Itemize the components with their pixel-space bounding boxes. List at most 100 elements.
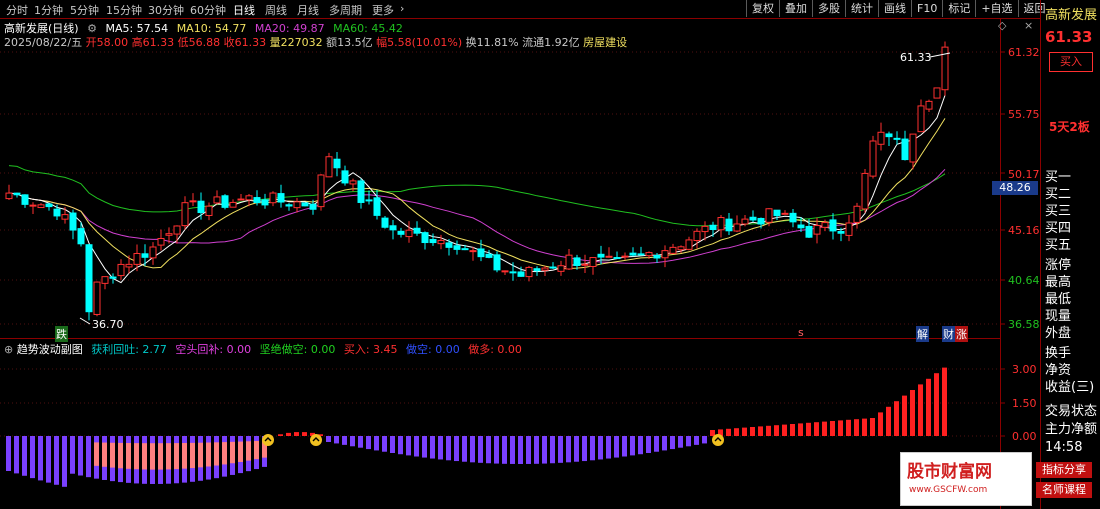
ind-bar — [662, 436, 667, 451]
tf-tab[interactable]: 1分钟 — [34, 2, 63, 18]
ind-bar — [830, 421, 835, 436]
candles — [5, 41, 949, 321]
logo-main: 股市财富网 — [907, 462, 992, 482]
indicator-name[interactable]: 趋势波动副图 — [17, 343, 83, 356]
sector[interactable]: 房屋建设 — [583, 36, 627, 49]
quote-line: 2025/08/22/五 开58.00 高61.33 低56.88 收61.33… — [4, 34, 627, 50]
axis-label: 55.75 — [1008, 108, 1040, 121]
tf-tab[interactable]: 30分钟 — [148, 2, 184, 18]
candle-body — [437, 239, 445, 245]
ind-bar — [790, 424, 795, 436]
btn-biaoji[interactable]: 标记 — [942, 0, 975, 17]
ind-bar — [38, 436, 43, 481]
candle-body — [477, 248, 485, 258]
btn-tongji[interactable]: 统计 — [845, 0, 878, 17]
float: 流通1.92亿 — [522, 36, 580, 49]
candle-body — [821, 222, 829, 228]
candle-body — [381, 217, 389, 228]
btn-huaxian[interactable]: 画线 — [878, 0, 911, 17]
candle-body — [277, 193, 285, 203]
ind-bar — [46, 436, 51, 483]
tf-tab[interactable]: 周线 — [265, 2, 287, 18]
candle-body — [461, 248, 469, 251]
candle-body — [413, 227, 421, 234]
ind-item: 空头回补: 0.00 — [175, 343, 252, 356]
axis-label: 45.16 — [1008, 224, 1040, 237]
marker-s[interactable]: s — [798, 326, 804, 339]
candle-body — [933, 87, 941, 99]
ind-bar — [622, 436, 627, 457]
candle-body — [653, 255, 661, 259]
ind-bar — [14, 436, 19, 474]
ind-bar — [582, 436, 587, 462]
ind-bar-overlay — [102, 442, 107, 467]
tag-mingshi[interactable]: 名师课程 — [1036, 482, 1092, 498]
marker-die[interactable]: 跌 — [55, 326, 68, 342]
ind-bar — [478, 436, 483, 463]
ind-bar — [406, 436, 411, 456]
candle-body — [85, 244, 93, 313]
candle-body — [189, 200, 197, 203]
tf-tab[interactable]: 5分钟 — [70, 2, 99, 18]
candle-body — [373, 197, 381, 216]
tf-tab[interactable]: 多周期 — [329, 2, 362, 18]
candle-body — [333, 158, 341, 169]
ind-bar-overlay — [134, 443, 139, 470]
candle-body — [685, 239, 693, 250]
panel-row: 交易状态 — [1045, 404, 1098, 419]
diamond-icon[interactable]: ◇ — [998, 19, 1006, 32]
close-icon[interactable]: × — [1024, 19, 1033, 32]
ind-bar — [54, 436, 59, 485]
tf-tab[interactable]: 60分钟 — [190, 2, 226, 18]
candle-body — [493, 254, 501, 271]
indicator-bars — [6, 52, 951, 487]
candle-body — [749, 216, 757, 221]
marker-cai[interactable]: 财 — [942, 326, 955, 342]
btn-zixuan[interactable]: +自选 — [975, 0, 1017, 17]
ind-bar — [302, 432, 307, 436]
ind-bar — [518, 436, 523, 464]
open: 开58.00 — [85, 36, 129, 49]
ind-bar — [870, 418, 875, 436]
candle-body — [445, 242, 453, 248]
tag-zhibiao[interactable]: 指标分享 — [1036, 462, 1092, 478]
ind-bar-overlay — [182, 442, 187, 469]
ind-bar-overlay — [142, 443, 147, 470]
tf-tab[interactable]: 15分钟 — [106, 2, 142, 18]
candle-body — [581, 263, 589, 266]
marker-jie[interactable]: 解 — [916, 326, 929, 342]
btn-fuquan[interactable]: 复权 — [746, 0, 779, 17]
candle-body — [285, 204, 293, 207]
candle-body — [69, 212, 77, 231]
kline-chart[interactable] — [0, 0, 1040, 509]
candle-body — [837, 230, 845, 234]
buy-button[interactable]: 买入 — [1049, 52, 1093, 72]
candle-body — [421, 232, 429, 244]
ind-bar — [566, 436, 571, 463]
ind-bar — [502, 436, 507, 464]
candle-body — [733, 223, 741, 232]
ind-bar — [598, 436, 603, 460]
ind-bar — [430, 436, 435, 459]
indicator-toggle-icon[interactable]: ⊕ — [4, 343, 13, 356]
tf-tab[interactable]: 月线 — [297, 2, 319, 18]
ind-bar — [62, 436, 67, 487]
ma5-line — [8, 95, 946, 284]
marker-zhang[interactable]: 涨 — [955, 326, 968, 342]
ind-bar — [446, 436, 451, 461]
date: 2025/08/22/五 — [4, 36, 83, 49]
more-arrow-icon[interactable]: › — [400, 2, 404, 15]
candle-body — [141, 253, 149, 258]
tf-tab-active[interactable]: 日线 — [233, 2, 255, 18]
candle-body — [893, 137, 901, 140]
ind-bar — [334, 436, 339, 444]
ind-bar — [910, 390, 915, 436]
tf-tab[interactable]: 更多 — [372, 2, 394, 18]
panel-row: 主力净额 — [1045, 422, 1098, 437]
ind-bar — [670, 436, 675, 450]
tf-tab[interactable]: 分时 — [6, 2, 28, 18]
btn-diejia[interactable]: 叠加 — [779, 0, 812, 17]
btn-duogu[interactable]: 多股 — [812, 0, 845, 17]
candle-body — [253, 197, 261, 204]
btn-f10[interactable]: F10 — [911, 0, 942, 17]
